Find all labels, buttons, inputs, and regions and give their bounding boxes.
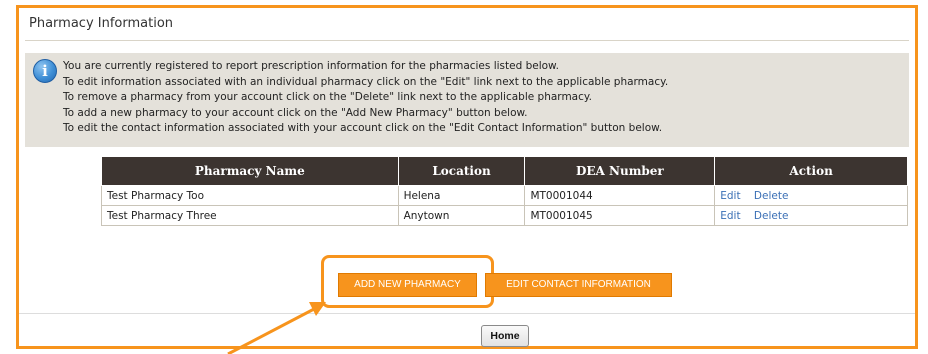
arrow-shaft	[227, 306, 317, 354]
callout-arrow	[227, 302, 326, 354]
